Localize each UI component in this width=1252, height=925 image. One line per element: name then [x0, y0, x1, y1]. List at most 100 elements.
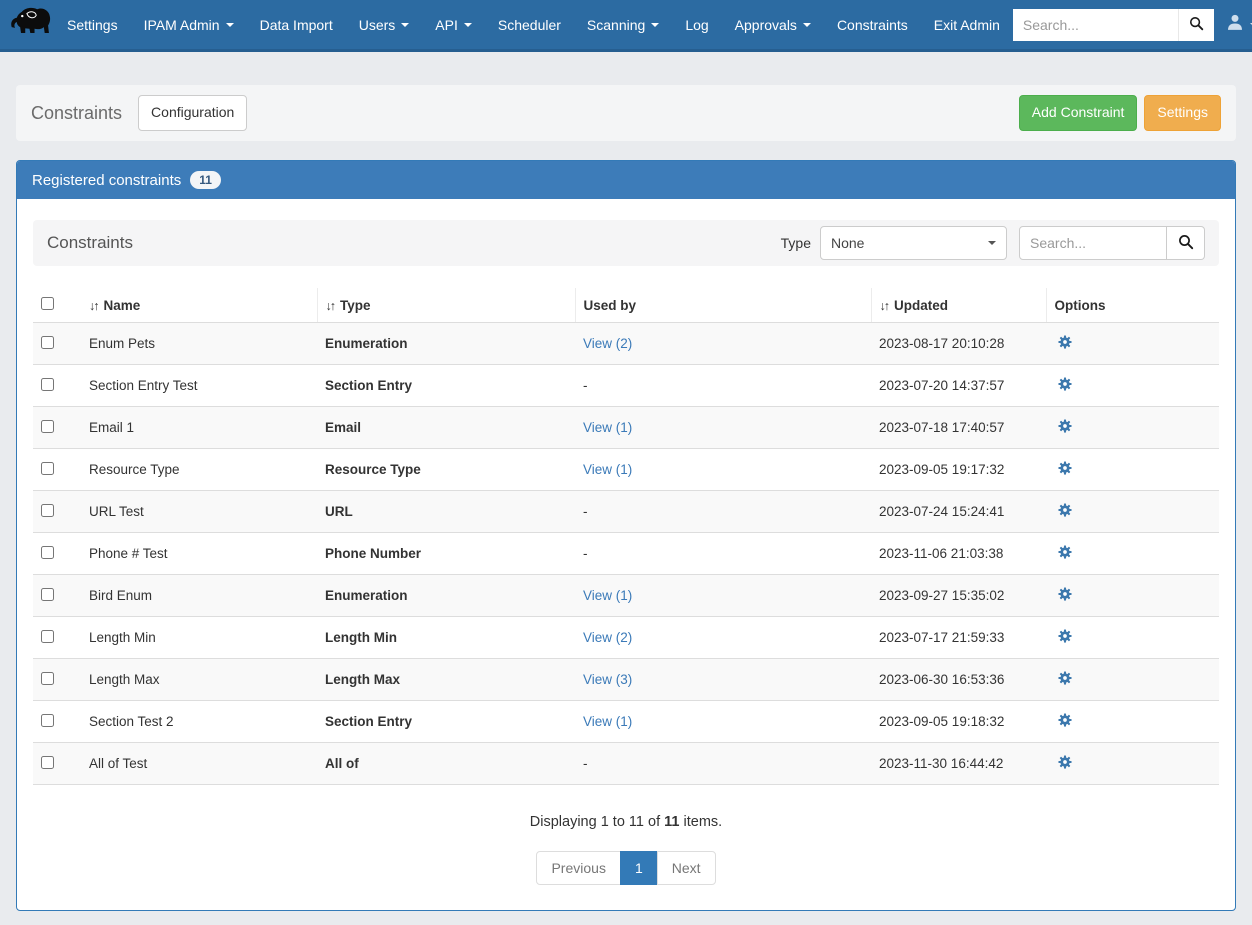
search-icon — [1178, 234, 1194, 253]
chevron-down-icon — [463, 22, 472, 27]
nav-item-log[interactable]: Log — [672, 0, 721, 49]
settings-button[interactable]: Settings — [1144, 95, 1221, 131]
table-row: Length Min Length Min View (2) 2023-07-1… — [33, 616, 1219, 659]
row-checkbox[interactable] — [41, 419, 54, 433]
gear-icon[interactable] — [1058, 503, 1072, 517]
constraint-type: URL — [317, 490, 575, 533]
add-constraint-button[interactable]: Add Constraint — [1018, 95, 1138, 131]
constraint-updated: 2023-11-30 16:44:42 — [871, 742, 1046, 785]
gear-icon[interactable] — [1058, 755, 1072, 769]
filter-bar: Constraints Type None — [33, 220, 1219, 266]
used-by-empty: - — [583, 378, 588, 393]
constraint-updated: 2023-06-30 16:53:36 — [871, 658, 1046, 701]
row-checkbox[interactable] — [41, 713, 54, 727]
row-checkbox[interactable] — [41, 335, 54, 349]
user-menu[interactable] — [1214, 13, 1252, 36]
row-checkbox-cell — [33, 658, 81, 701]
gear-icon[interactable] — [1058, 335, 1072, 349]
count-badge: 11 — [190, 171, 221, 189]
nav-item-settings[interactable]: Settings — [54, 0, 131, 49]
constraint-name: Section Test 2 — [81, 700, 317, 743]
navbar-search-input[interactable] — [1012, 8, 1178, 41]
gear-icon[interactable] — [1058, 461, 1072, 475]
nav-item-ipam-admin[interactable]: IPAM Admin — [131, 0, 247, 49]
constraint-name: URL Test — [81, 490, 317, 533]
pagination-next[interactable]: Next — [656, 851, 716, 885]
constraint-updated: 2023-11-06 21:03:38 — [871, 532, 1046, 575]
used-by-view-link[interactable]: View (1) — [583, 714, 632, 729]
nav-item-label: Scheduler — [497, 16, 561, 33]
used-by-cell: View (2) — [575, 616, 871, 659]
pagination-page-1[interactable]: 1 — [619, 851, 658, 885]
row-checkbox-cell — [33, 322, 81, 365]
used-by-view-link[interactable]: View (2) — [583, 630, 632, 645]
constraint-type: All of — [317, 742, 575, 785]
nav-item-scanning[interactable]: Scanning — [574, 0, 672, 49]
column-label: Options — [1054, 297, 1106, 313]
nav-item-scheduler[interactable]: Scheduler — [485, 0, 574, 49]
gear-icon[interactable] — [1058, 419, 1072, 433]
row-checkbox-cell — [33, 448, 81, 491]
row-checkbox[interactable] — [41, 545, 54, 559]
row-checkbox[interactable] — [41, 587, 54, 601]
select-all-checkbox[interactable] — [41, 297, 54, 310]
nav-item-constraints[interactable]: Constraints — [824, 0, 921, 49]
column-label: Used by — [583, 297, 637, 313]
gear-icon[interactable] — [1058, 629, 1072, 643]
row-checkbox[interactable] — [41, 377, 54, 391]
constraint-name: Length Max — [81, 658, 317, 701]
constraint-type: Enumeration — [317, 574, 575, 617]
row-checkbox[interactable] — [41, 503, 54, 517]
constraint-type: Email — [317, 406, 575, 449]
filter-search-button[interactable] — [1167, 226, 1205, 260]
column-header-type[interactable]: ↓↑ Type — [316, 288, 575, 323]
gear-icon[interactable] — [1058, 587, 1072, 601]
nav-item-label: Approvals — [734, 16, 797, 33]
configuration-button[interactable]: Configuration — [138, 95, 248, 131]
row-checkbox[interactable] — [41, 461, 54, 475]
brand-logo[interactable] — [10, 0, 54, 49]
used-by-cell: View (1) — [575, 448, 871, 491]
navbar-search-button[interactable] — [1177, 8, 1214, 41]
filter-title: Constraints — [47, 233, 133, 252]
nav-item-api[interactable]: API — [422, 0, 485, 49]
constraint-name: Phone # Test — [81, 532, 317, 575]
constraint-name: Email 1 — [81, 406, 317, 449]
column-label: Type — [340, 297, 371, 313]
registered-constraints-panel: Registered constraints 11 Constraints Ty… — [16, 160, 1236, 911]
row-checkbox[interactable] — [41, 629, 54, 643]
gear-icon[interactable] — [1058, 713, 1072, 727]
constraint-type: Section Entry — [317, 364, 575, 407]
type-select[interactable]: None — [820, 226, 1007, 260]
row-checkbox-cell — [33, 616, 81, 659]
filter-search-input[interactable] — [1019, 226, 1167, 260]
nav-item-exit-admin[interactable]: Exit Admin — [921, 0, 1013, 49]
used-by-view-link[interactable]: View (3) — [583, 672, 632, 687]
sort-icon: ↓↑ — [325, 298, 336, 313]
pagination-previous[interactable]: Previous — [536, 851, 621, 885]
nav-item-data-import[interactable]: Data Import — [247, 0, 346, 49]
gear-icon[interactable] — [1058, 671, 1072, 685]
type-select-value: None — [831, 235, 865, 251]
nav-item-approvals[interactable]: Approvals — [722, 0, 824, 49]
gear-icon[interactable] — [1058, 545, 1072, 559]
options-cell — [1046, 490, 1219, 533]
used-by-view-link[interactable]: View (1) — [583, 420, 632, 435]
header-checkbox-cell — [33, 288, 81, 323]
used-by-view-link[interactable]: View (1) — [583, 588, 632, 603]
column-header-updated[interactable]: ↓↑ Updated — [870, 288, 1046, 323]
used-by-view-link[interactable]: View (1) — [583, 462, 632, 477]
column-header-name[interactable]: ↓↑ Name — [81, 288, 317, 323]
nav-item-users[interactable]: Users — [346, 0, 423, 49]
type-label: Type — [780, 235, 811, 251]
panel-heading: Registered constraints 11 — [17, 161, 1235, 199]
top-navbar: Settings IPAM Admin Data Import Users API Sch… — [0, 0, 1252, 52]
constraint-name: Enum Pets — [81, 322, 317, 365]
gear-icon[interactable] — [1058, 377, 1072, 391]
used-by-view-link[interactable]: View (2) — [583, 336, 632, 351]
column-label: Name — [103, 297, 141, 313]
row-checkbox[interactable] — [41, 671, 54, 685]
constraint-name: Section Entry Test — [81, 364, 317, 407]
row-checkbox[interactable] — [41, 755, 54, 769]
pagination: Previous 1 Next — [17, 851, 1235, 885]
